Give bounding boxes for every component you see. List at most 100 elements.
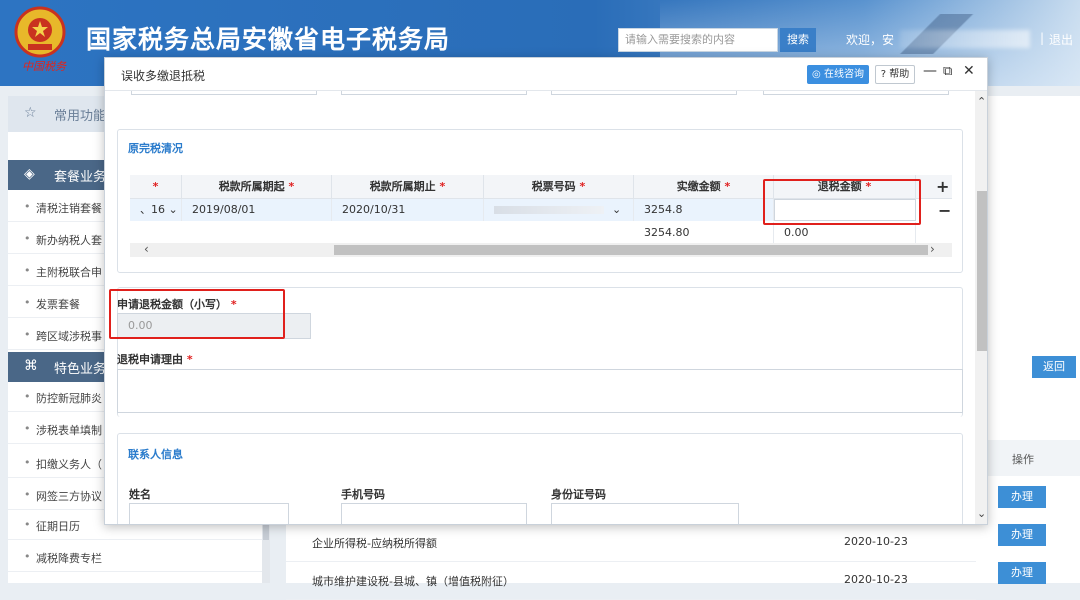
layers-icon: ◈	[24, 166, 35, 182]
help-label: 帮助	[889, 69, 910, 80]
bullet-icon: •	[24, 518, 31, 531]
bullet-icon: •	[24, 232, 31, 245]
name-input[interactable]	[129, 503, 289, 524]
header-separator: |	[1040, 31, 1045, 45]
operations-column-header: 操作	[976, 440, 1080, 476]
reason-label-text: 退税申请理由	[117, 353, 183, 366]
hidden-field[interactable]	[131, 91, 317, 95]
bullet-icon: •	[24, 264, 31, 277]
row-date: 2020-10-23	[844, 573, 908, 586]
sidebar-item-label: 扣缴义务人（	[36, 458, 102, 471]
sidebar-item-label: 减税降费专栏	[36, 552, 102, 565]
sidebar-section-label: 常用功能	[54, 109, 107, 124]
row-name: 企业所得税-应纳税所得额	[312, 537, 437, 550]
select-cell[interactable]: 、16 ⌄	[130, 199, 182, 221]
headset-icon: ◎	[812, 69, 821, 80]
id-label: 身份证号码	[551, 488, 606, 501]
star-icon: ☆	[24, 105, 37, 121]
paid-amount-cell: 3254.8	[634, 199, 774, 221]
required-mark: *	[288, 180, 295, 193]
online-consult-button[interactable]: ◎ 在线咨询	[807, 65, 869, 84]
slogan-text: 中国税务	[22, 60, 66, 73]
name-label: 姓名	[129, 488, 151, 501]
paid-total-cell: 3254.80	[634, 222, 774, 244]
column-header-paid: 实缴金额 *	[634, 175, 774, 199]
vertical-scroll-thumb[interactable]	[977, 191, 987, 351]
column-header-period-end: 税款所属期止 *	[332, 175, 484, 199]
row-date: 2020-10-23	[844, 535, 908, 548]
bullet-icon: •	[24, 390, 31, 403]
sidebar-item-label: 征期日历	[36, 520, 80, 533]
handle-button[interactable]: 办理	[998, 562, 1046, 584]
sidebar-item-label: 防控新冠肺炎	[36, 392, 102, 405]
redacted-ticket-number	[494, 206, 604, 214]
highlight-refund-column	[763, 179, 921, 225]
dialog-vertical-scrollbar[interactable]: ⌃ ⌄	[975, 91, 987, 524]
back-button[interactable]: 返回	[1032, 356, 1076, 378]
required-mark: *	[186, 353, 193, 366]
minimize-icon[interactable]: —	[923, 63, 937, 79]
handle-button[interactable]: 办理	[998, 486, 1046, 508]
add-row-icon[interactable]: +	[936, 177, 949, 196]
period-end-cell[interactable]: 2020/10/31	[332, 199, 484, 221]
id-input[interactable]	[551, 503, 739, 524]
reason-label: 退税申请理由 *	[117, 351, 193, 367]
table-row: 企业所得税-应纳税所得额 2020-10-23	[286, 524, 976, 562]
scroll-down-icon[interactable]: ⌄	[977, 507, 986, 520]
ticket-number-select[interactable]: ⌄	[484, 199, 634, 221]
refund-dialog: 误收多缴退抵税 ◎ 在线咨询 ? 帮助 — ⧉ ✕ 原完税清况 * 税款所属期起…	[104, 57, 988, 525]
online-consult-label: 在线咨询	[823, 69, 864, 80]
reason-textarea[interactable]	[117, 369, 963, 413]
bullet-icon: •	[24, 200, 31, 213]
section-title: 联系人信息	[128, 448, 183, 461]
table-row: 城市维护建设税-县城、镇（增值税附征） 2020-10-23	[286, 562, 976, 600]
header-label: 税款所属期起	[218, 180, 285, 193]
sidebar-item-label: 跨区域涉税事	[36, 330, 102, 343]
scroll-left-icon[interactable]: ‹	[144, 242, 149, 256]
bullet-icon: •	[24, 296, 31, 309]
header-label: 税票号码	[531, 180, 576, 193]
chevron-down-icon: ⌄	[168, 203, 178, 216]
column-header-period-start: 税款所属期起 *	[182, 175, 332, 199]
chevron-down-icon: ⌄	[612, 203, 622, 216]
search-input[interactable]: 请输入需要搜索的内容	[618, 28, 778, 52]
help-button[interactable]: ? 帮助	[875, 65, 915, 84]
main-content-panel	[976, 96, 1080, 583]
sidebar-item-label: 网签三方协议	[36, 490, 102, 503]
logout-link[interactable]: 退出	[1049, 31, 1073, 48]
required-mark: *	[579, 180, 586, 193]
remove-row-icon[interactable]: −	[938, 201, 951, 220]
hidden-field[interactable]	[551, 91, 737, 95]
scroll-right-icon[interactable]: ›	[930, 242, 935, 256]
handle-button[interactable]: 办理	[998, 524, 1046, 546]
section-title: 原完税清况	[128, 142, 183, 155]
table-horizontal-scrollbar[interactable]: ‹ ›	[130, 242, 952, 257]
scroll-up-icon[interactable]: ⌃	[977, 95, 986, 108]
horizontal-scroll-thumb[interactable]	[334, 245, 928, 255]
phone-input[interactable]	[341, 503, 527, 524]
phone-label: 手机号码	[341, 488, 385, 501]
operations-header-label: 操作	[1012, 453, 1034, 466]
required-mark: *	[152, 180, 159, 193]
sidebar-section-label: 套餐业务	[54, 170, 107, 185]
sidebar-section-label: 特色业务	[54, 362, 107, 377]
bullet-icon: •	[24, 550, 31, 563]
required-mark: *	[439, 180, 446, 193]
search-button[interactable]: 搜索	[780, 28, 816, 52]
required-mark: *	[724, 180, 731, 193]
close-icon[interactable]: ✕	[963, 63, 975, 79]
maximize-icon[interactable]: ⧉	[943, 64, 952, 79]
declaration-list: 企业所得税-应纳税所得额 2020-10-23 城市维护建设税-县城、镇（增值税…	[286, 524, 976, 600]
bullet-icon: •	[24, 488, 31, 501]
hidden-field[interactable]	[341, 91, 527, 95]
sidebar-item-label: 清税注销套餐	[36, 202, 102, 215]
column-header-ticket-no: 税票号码 *	[484, 175, 634, 199]
site-title: 国家税务总局安徽省电子税务局	[86, 25, 451, 54]
period-start-cell[interactable]: 2019/08/01	[182, 199, 332, 221]
tax-emblem-icon	[14, 6, 66, 58]
bullet-icon: •	[24, 456, 31, 469]
sidebar-item[interactable]: • 减税降费专栏	[8, 542, 262, 572]
hidden-field[interactable]	[763, 91, 949, 95]
dialog-body: 原完税清况 * 税款所属期起 * 税款所属期止 * 税票号码 * 实缴金额 * …	[105, 91, 975, 524]
highlight-apply-amount	[109, 289, 285, 339]
